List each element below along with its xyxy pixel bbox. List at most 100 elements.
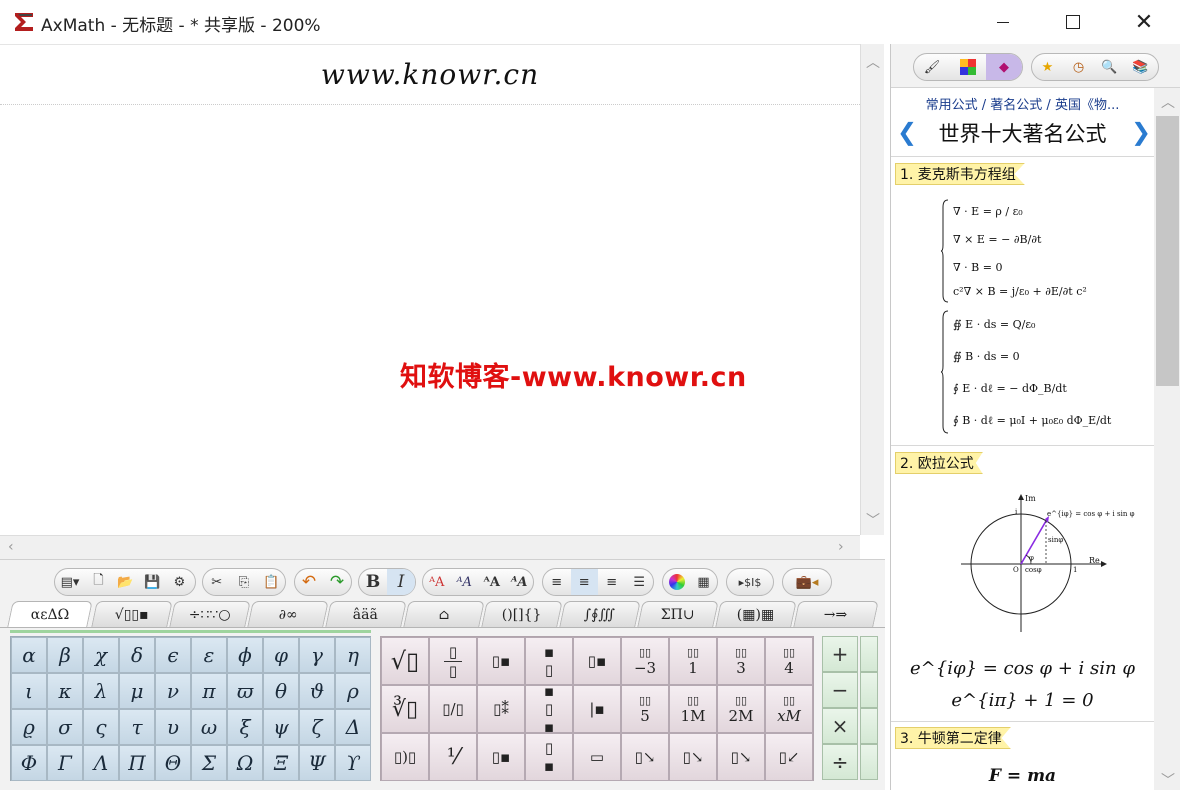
brush-icon[interactable]: 🖌: [914, 54, 950, 80]
cut-icon[interactable]: ✂: [203, 569, 230, 595]
tab-sums[interactable]: ΣΠ∪: [637, 601, 719, 627]
maxwell-differential-formula[interactable]: ∇ · E = ρ / ε₀ ∇ × E = − ∂B/∂t ∇ · B = 0…: [941, 199, 1151, 304]
operator-button-partial[interactable]: [860, 672, 878, 708]
greek-symbol-button[interactable]: α: [11, 637, 47, 673]
greek-symbol-button[interactable]: κ: [47, 673, 83, 709]
bold-style-icon[interactable]: ᴬA: [478, 569, 506, 595]
under-over-template[interactable]: ▪ ▯ ▪: [525, 682, 573, 736]
tab-overlays[interactable]: ⌂: [403, 601, 485, 627]
library-scroll-thumb[interactable]: [1156, 116, 1179, 386]
greek-symbol-button[interactable]: μ: [119, 673, 155, 709]
arrow-box-template-3[interactable]: ▯↘: [717, 733, 765, 781]
arrow-box-template-2[interactable]: ▯↘: [669, 733, 717, 781]
copy-icon[interactable]: ⎘: [230, 569, 257, 595]
greek-symbol-button[interactable]: ι: [11, 673, 47, 709]
undo-icon[interactable]: ↶: [295, 569, 323, 595]
euler-unit-circle-diagram[interactable]: Im Re e^{iφ} = cos φ + i sin φ sinφ cosφ…: [961, 490, 1134, 632]
settings-gear-icon[interactable]: ⚙: [166, 569, 193, 595]
greek-symbol-button[interactable]: π: [191, 673, 227, 709]
operator-button[interactable]: ×: [822, 708, 858, 744]
text-style-icon[interactable]: ᴬA: [423, 569, 451, 595]
greek-symbol-button[interactable]: ω: [191, 709, 227, 745]
scroll-up-icon[interactable]: ︿: [866, 52, 880, 72]
greek-symbol-button[interactable]: Π: [119, 745, 155, 781]
diagonal-fraction-template[interactable]: ⅟: [429, 733, 477, 781]
fraction-template[interactable]: ▯ ▯: [429, 637, 477, 685]
prescript-template[interactable]: |▪: [573, 685, 621, 733]
open-folder-icon[interactable]: 📂: [112, 569, 139, 595]
grid-icon[interactable]: [950, 54, 986, 80]
sup-sub-template[interactable]: ▯⁑: [477, 685, 525, 733]
arrow-box-template-4[interactable]: ▯↙: [765, 733, 813, 781]
greek-symbol-button[interactable]: ϵ: [155, 637, 191, 673]
section-newton[interactable]: 3. 牛顿第二定律: [895, 727, 1011, 749]
nth-root-template[interactable]: ∛▯: [381, 685, 429, 733]
scroll-right-icon[interactable]: ›: [838, 539, 844, 555]
tab-matrices[interactable]: (▦)▦: [715, 601, 797, 627]
greek-symbol-button[interactable]: ϱ: [11, 709, 47, 745]
greek-symbol-button[interactable]: β: [47, 637, 83, 673]
sqrt-template[interactable]: √▯: [381, 637, 429, 685]
menu-dropdown-icon[interactable]: ▤▾: [55, 569, 85, 595]
greek-symbol-button[interactable]: ϖ: [227, 673, 263, 709]
library-scroll-up-icon[interactable]: ︿: [1161, 92, 1175, 112]
greek-symbol-button[interactable]: χ: [83, 637, 119, 673]
greek-symbol-button[interactable]: Ω: [227, 745, 263, 781]
arrow-box-template-1[interactable]: ▯↘: [621, 733, 669, 781]
greek-symbol-button[interactable]: Γ: [47, 745, 83, 781]
list-icon[interactable]: ☰: [626, 569, 654, 595]
numbered-template-2m[interactable]: ▯▯ 2M: [717, 685, 765, 733]
tab-brackets[interactable]: ()[]{}: [481, 601, 563, 627]
eraser-icon[interactable]: ◆: [986, 54, 1022, 80]
italic-style-icon[interactable]: ᴬA: [451, 569, 479, 595]
operator-button[interactable]: ÷: [822, 744, 858, 780]
align-right-icon[interactable]: ≡: [598, 569, 626, 595]
scroll-left-icon[interactable]: ‹: [8, 539, 14, 555]
maximize-button[interactable]: [1050, 0, 1096, 44]
greek-symbol-button[interactable]: δ: [119, 637, 155, 673]
save-icon[interactable]: 💾: [139, 569, 166, 595]
section-euler[interactable]: 2. 欧拉公式: [895, 452, 983, 474]
numbered-template-xm[interactable]: ▯▯ xM: [765, 685, 813, 733]
tab-greek[interactable]: αεΔΩ: [7, 601, 93, 627]
greek-symbol-button[interactable]: Θ: [155, 745, 191, 781]
greek-symbol-button[interactable]: Δ: [335, 709, 371, 745]
greek-symbol-button[interactable]: ς: [83, 709, 119, 745]
greek-symbol-button[interactable]: ζ: [299, 709, 335, 745]
greek-symbol-button[interactable]: ρ: [335, 673, 371, 709]
box-template[interactable]: ▭: [573, 733, 621, 781]
big-sub-template[interactable]: ▯▪: [477, 733, 525, 781]
greek-symbol-button[interactable]: ϕ: [227, 637, 263, 673]
greek-symbol-button[interactable]: Σ: [191, 745, 227, 781]
books-icon[interactable]: 📚: [1125, 54, 1156, 80]
greek-symbol-button[interactable]: ε: [191, 637, 227, 673]
greek-symbol-button[interactable]: ϒ: [335, 745, 371, 781]
minimize-button[interactable]: [980, 0, 1026, 44]
operator-button-partial[interactable]: [860, 708, 878, 744]
tab-radicals[interactable]: √▯▯▪: [91, 601, 173, 627]
library-scroll-down-icon[interactable]: ﹀: [1161, 770, 1175, 790]
equation-editor[interactable]: www.knowr.cn 知软博客-www.knowr.cn: [0, 44, 860, 535]
greek-symbol-button[interactable]: φ: [263, 637, 299, 673]
greek-symbol-button[interactable]: θ: [263, 673, 299, 709]
tab-integrals[interactable]: ∫∮∭: [559, 601, 641, 627]
scroll-down-icon[interactable]: ﹀: [866, 510, 880, 530]
color-wheel-icon[interactable]: [663, 569, 690, 595]
greek-symbol-button[interactable]: υ: [155, 709, 191, 745]
history-clock-icon[interactable]: ◷: [1063, 54, 1094, 80]
tab-calculus[interactable]: ∂∞: [247, 601, 329, 627]
euler-formula[interactable]: e^{iφ} = cos φ + i sin φ: [891, 658, 1154, 679]
close-button[interactable]: ✕: [1121, 0, 1167, 44]
tab-operators[interactable]: ÷∷∵○: [169, 601, 251, 627]
greek-symbol-button[interactable]: τ: [119, 709, 155, 745]
newton-formula[interactable]: F = ma: [891, 766, 1154, 786]
numbered-template-1m[interactable]: ▯▯ 1M: [669, 685, 717, 733]
euler-identity[interactable]: e^{iπ} + 1 = 0: [891, 690, 1154, 711]
toolbox-icon[interactable]: 💼◂: [783, 569, 831, 595]
operator-button[interactable]: +: [822, 636, 858, 672]
greek-symbol-button[interactable]: Ψ: [299, 745, 335, 781]
bold-italic-style-icon[interactable]: ᴬA: [506, 569, 534, 595]
long-division-template[interactable]: ▯)▯: [381, 733, 429, 781]
editor-vertical-scrollbar[interactable]: ︿ ﹀: [860, 44, 884, 535]
subscript-template[interactable]: ▯▪: [573, 637, 621, 685]
